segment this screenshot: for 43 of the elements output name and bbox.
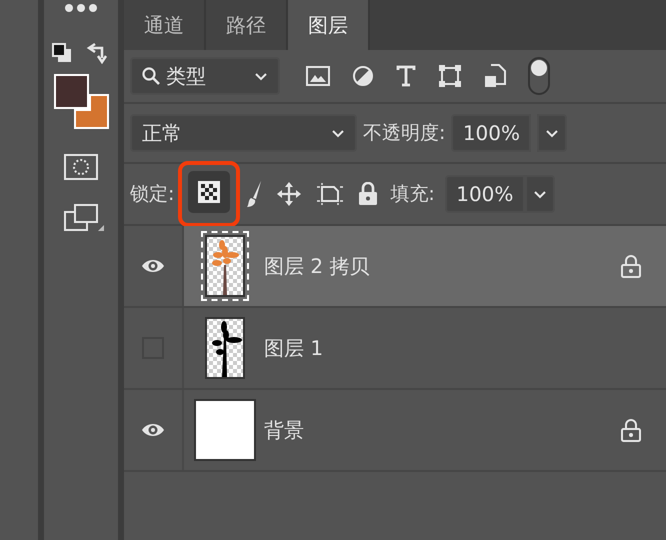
swap-colors-icon bbox=[86, 42, 108, 64]
layer-name: 图层 1 bbox=[264, 334, 324, 362]
default-colors-icon bbox=[52, 43, 72, 63]
filter-toggle-icon[interactable] bbox=[528, 57, 550, 95]
layer-name: 图层 2 拷贝 bbox=[264, 252, 370, 280]
layer-row[interactable]: 图层 2 拷贝 bbox=[124, 226, 666, 308]
artboard-icon bbox=[316, 182, 344, 206]
panel-tab[interactable]: 通道 bbox=[124, 0, 206, 50]
layer-name: 背景 bbox=[264, 416, 305, 444]
fill-field[interactable]: 100% bbox=[444, 175, 525, 213]
opacity-field[interactable]: 100% bbox=[451, 114, 532, 152]
foreground-color-swatch[interactable] bbox=[54, 74, 89, 109]
eye-icon[interactable] bbox=[141, 258, 165, 274]
move-icon bbox=[276, 181, 302, 207]
fill-label: 填充: bbox=[390, 182, 435, 207]
lock-button[interactable] bbox=[188, 171, 230, 213]
lock-icon bbox=[358, 182, 378, 206]
filter-label: 类型 bbox=[166, 62, 207, 90]
tree-silhouette-thumbnail bbox=[205, 317, 245, 379]
layer-row[interactable]: 背景 bbox=[124, 390, 666, 472]
blank-layer-thumbnail bbox=[194, 399, 256, 461]
eye-icon[interactable] bbox=[141, 422, 165, 438]
search-icon bbox=[142, 67, 160, 85]
smart-object-icon[interactable] bbox=[484, 64, 506, 88]
panel-tab[interactable]: 图层 bbox=[288, 0, 370, 50]
opacity-dropdown-button[interactable] bbox=[537, 114, 568, 152]
filter-dropdown[interactable]: 类型 bbox=[130, 57, 280, 95]
type-icon[interactable] bbox=[396, 65, 416, 87]
lock-label: 锁定: bbox=[130, 182, 174, 207]
image-icon[interactable] bbox=[306, 66, 330, 86]
layer-row[interactable]: 图层 1 bbox=[124, 308, 666, 390]
opacity-label: 不透明度: bbox=[363, 121, 446, 146]
quick-mask-icon[interactable] bbox=[64, 154, 98, 180]
blend-mode-dropdown[interactable]: 正常 bbox=[130, 114, 357, 152]
adjustment-icon[interactable] bbox=[352, 65, 374, 87]
screen-mode-icon[interactable] bbox=[64, 204, 104, 232]
shape-icon[interactable] bbox=[438, 64, 462, 88]
more-tools-icon bbox=[64, 2, 98, 14]
fill-dropdown-button[interactable] bbox=[524, 175, 555, 213]
blend-mode-value: 正常 bbox=[142, 120, 183, 146]
lock-transparency-icon bbox=[198, 181, 220, 203]
panel-tab[interactable]: 路径 bbox=[206, 0, 288, 50]
brush-icon bbox=[246, 180, 262, 208]
